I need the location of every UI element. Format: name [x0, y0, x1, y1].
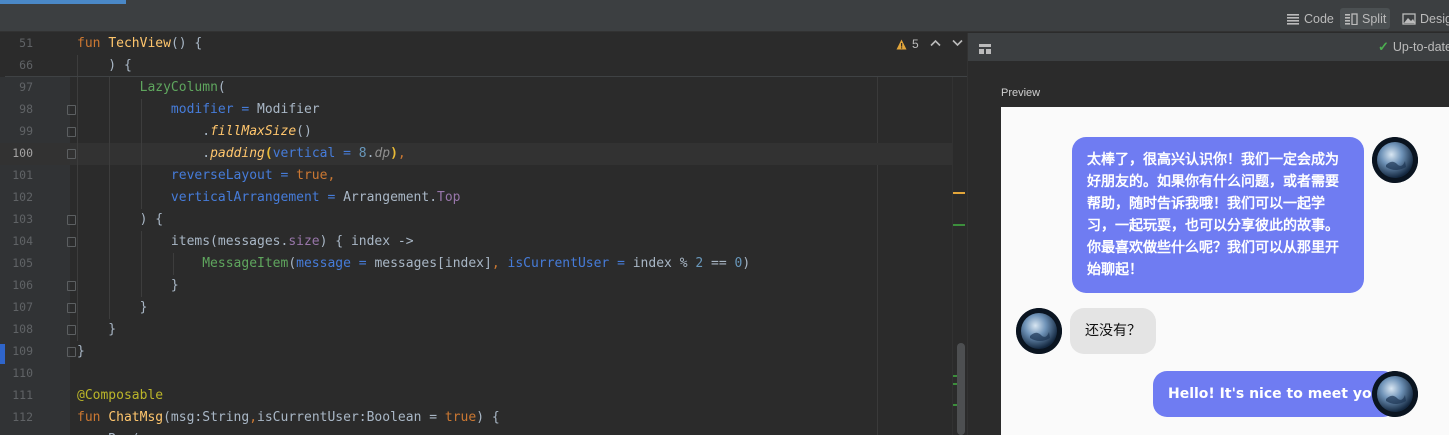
- code-line[interactable]: 51 fun TechView() {: [0, 33, 967, 55]
- line-number: 111: [12, 388, 33, 402]
- code-line[interactable]: 105 MessageItem(message = messages[index…: [0, 253, 967, 275]
- line-content: reverseLayout = true,: [170, 168, 336, 183]
- code-line[interactable]: 101 reverseLayout = true,: [0, 165, 967, 187]
- compose-preview-panel: ✓ Up-to-date Preview 太棒了，很高兴认识你！我们一定会成为好…: [967, 33, 1449, 435]
- code-line[interactable]: 111 @Composable: [0, 385, 967, 407]
- fold-marker[interactable]: [67, 347, 76, 357]
- code-line[interactable]: 112 fun ChatMsg(msg:String,isCurrentUser…: [0, 407, 967, 429]
- chat-bubble-current-user: 太棒了，很高兴认识你！我们一定会成为好朋友的。如果你有什么问题，或者需要帮助，随…: [1072, 137, 1364, 293]
- code-line[interactable]: 98 modifier = Modifier: [0, 99, 967, 121]
- fold-marker[interactable]: [67, 105, 76, 115]
- line-number: 109: [12, 344, 33, 358]
- fold-marker[interactable]: [67, 127, 76, 137]
- line-content: .fillMaxSize(): [77, 124, 312, 139]
- fold-marker[interactable]: [67, 325, 76, 335]
- code-line[interactable]: 97 LazyColumn(: [0, 77, 967, 99]
- line-content: ) {: [77, 58, 132, 73]
- line-content: Row(: [77, 431, 139, 435]
- line-number: 105: [12, 256, 33, 270]
- chevron-down-icon[interactable]: [952, 38, 963, 50]
- fold-marker[interactable]: [67, 303, 76, 313]
- line-content: }: [77, 300, 148, 315]
- line-content: fun ChatMsg(msg:String,isCurrentUser:Boo…: [77, 410, 500, 425]
- design-mode-button[interactable]: Design: [1398, 8, 1449, 29]
- line-number: 99: [19, 124, 33, 138]
- check-icon: ✓: [1378, 39, 1389, 54]
- code-line[interactable]: 106 }: [0, 275, 967, 297]
- line-number: 51: [19, 36, 33, 50]
- preview-title: Preview: [1001, 87, 1041, 99]
- fold-marker[interactable]: [67, 149, 76, 159]
- inspection-widget[interactable]: 5: [896, 37, 963, 51]
- chat-bubble-current-user: Hello! It's nice to meet you: [1153, 371, 1397, 417]
- line-number: 101: [12, 168, 33, 182]
- line-content: MessageItem(message = messages[index], i…: [202, 256, 751, 271]
- sticky-lines-separator: [5, 76, 967, 77]
- line-content: }: [77, 322, 117, 337]
- warning-stripe[interactable]: [953, 192, 965, 194]
- code-line[interactable]: 66 ) {: [0, 55, 967, 77]
- change-stripe[interactable]: [953, 224, 965, 226]
- chevron-up-icon[interactable]: [930, 38, 941, 50]
- line-number: 100: [12, 146, 33, 160]
- line-content: modifier = Modifier: [170, 102, 320, 117]
- warning-icon: [896, 39, 907, 50]
- chat-bubble-other-user: 还没有？: [1070, 308, 1156, 354]
- line-number: 102: [12, 190, 33, 204]
- avatar: [1016, 308, 1062, 354]
- code-line[interactable]: 104 items(messages.size) { index ->: [0, 231, 967, 253]
- image-icon: [1402, 12, 1416, 25]
- fold-marker[interactable]: [67, 237, 76, 247]
- code-line[interactable]: Row(: [0, 429, 967, 435]
- line-number: 98: [19, 102, 33, 116]
- code-line[interactable]: 108 }: [0, 319, 967, 341]
- line-number: 103: [12, 212, 33, 226]
- editor-scrollbar-thumb[interactable]: [957, 343, 965, 435]
- active-tab-indicator: [0, 0, 126, 4]
- code-mode-button[interactable]: Code: [1282, 8, 1338, 29]
- build-status-label: Up-to-date: [1392, 40, 1449, 54]
- line-content: verticalArrangement = Arrangement.Top: [170, 190, 461, 205]
- code-line[interactable]: 102 verticalArrangement = Arrangement.To…: [0, 187, 967, 209]
- line-content: }: [77, 344, 85, 359]
- split-view-icon: [1344, 12, 1358, 25]
- line-number: 112: [12, 410, 33, 424]
- code-line[interactable]: 109 }: [0, 341, 967, 363]
- fold-marker[interactable]: [67, 215, 76, 225]
- line-number: 106: [12, 278, 33, 292]
- code-line[interactable]: 103 ) {: [0, 209, 967, 231]
- line-content: @Composable: [77, 388, 164, 403]
- code-line[interactable]: 110: [0, 363, 967, 385]
- code-line[interactable]: 107 }: [0, 297, 967, 319]
- split-mode-label: Split: [1362, 11, 1387, 26]
- line-number: 97: [19, 80, 33, 94]
- warning-count: 5: [912, 37, 919, 51]
- line-number: 104: [12, 234, 33, 248]
- code-mode-label: Code: [1304, 11, 1334, 26]
- code-editor[interactable]: 51 fun TechView() { 66 ) { 97 LazyColumn…: [0, 33, 967, 435]
- editor-view-mode-bar: Code Split Design: [0, 5, 1449, 32]
- line-content: ) {: [77, 212, 164, 227]
- split-mode-button[interactable]: Split: [1340, 8, 1391, 29]
- code-lines-icon: [1286, 13, 1300, 25]
- preview-toolbar: ✓ Up-to-date: [968, 33, 1449, 61]
- avatar: [1372, 137, 1418, 183]
- line-number: 108: [12, 322, 33, 336]
- build-status: ✓ Up-to-date: [1378, 39, 1449, 55]
- fold-marker[interactable]: [67, 281, 76, 291]
- layout-icon[interactable]: [978, 41, 992, 55]
- line-content: LazyColumn(: [139, 80, 226, 95]
- line-content: }: [77, 278, 179, 293]
- code-line[interactable]: 99 .fillMaxSize(): [0, 121, 967, 143]
- line-content: .padding(vertical = 8.dp),: [77, 146, 406, 161]
- line-number: 107: [12, 300, 33, 314]
- line-number: 66: [19, 58, 33, 72]
- code-line-current[interactable]: 100 .padding(vertical = 8.dp),: [0, 143, 967, 165]
- line-number: 110: [12, 366, 33, 380]
- avatar: [1372, 371, 1418, 417]
- line-content: fun TechView() {: [77, 36, 203, 51]
- design-mode-label: Design: [1420, 11, 1449, 26]
- line-content: items(messages.size) { index ->: [77, 234, 414, 249]
- preview-device-frame[interactable]: 太棒了，很高兴认识你！我们一定会成为好朋友的。如果你有什么问题，或者需要帮助，随…: [1001, 107, 1449, 435]
